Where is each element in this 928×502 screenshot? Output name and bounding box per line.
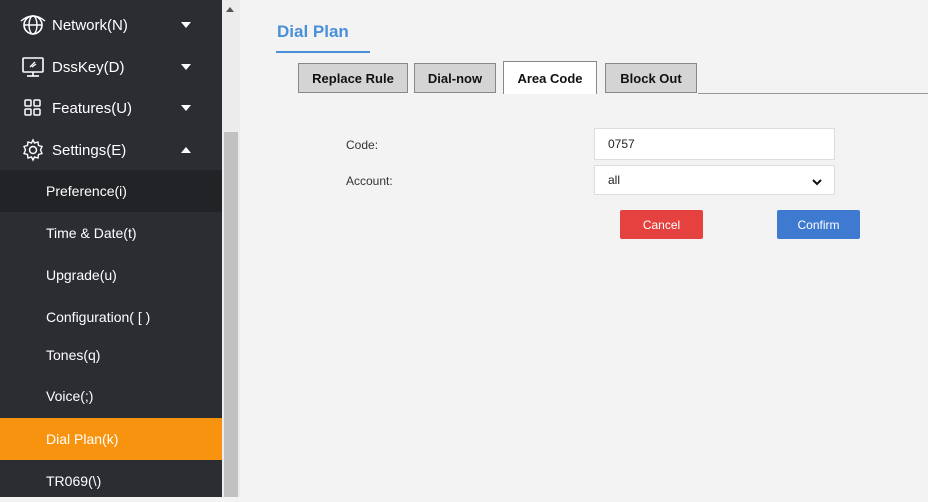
scrollbar-thumb[interactable] — [224, 132, 238, 497]
sidebar-item-tr069[interactable]: TR069(\) — [0, 460, 222, 502]
sidebar-item-network[interactable]: Network(N) — [0, 5, 222, 45]
sidebar-item-voice[interactable]: Voice(;) — [0, 375, 222, 417]
chevron-down-icon — [181, 22, 191, 28]
sidebar-item-time-date[interactable]: Time & Date(t) — [0, 212, 222, 254]
sidebar-item-label: Configuration( [ ) — [46, 309, 151, 325]
confirm-button[interactable]: Confirm — [777, 210, 860, 239]
chevron-down-icon — [181, 105, 191, 111]
sidebar-item-label: TR069(\) — [46, 473, 102, 489]
main-content: Dial Plan Replace Rule Dial-now Area Cod… — [240, 0, 928, 497]
tab-block-out[interactable]: Block Out — [605, 63, 697, 93]
code-input[interactable] — [594, 128, 835, 160]
monitor-icon — [20, 54, 46, 80]
sidebar-item-label: Upgrade(u) — [46, 267, 117, 283]
sidebar: Network(N) DssKey(D) Features(U) Setting… — [0, 0, 222, 497]
sidebar-item-preference[interactable]: Preference(i) — [0, 170, 222, 212]
tab-area-code[interactable]: Area Code — [503, 61, 597, 94]
gear-icon — [20, 137, 46, 163]
sidebar-item-label: Features(U) — [52, 99, 133, 117]
scroll-up-arrow-icon[interactable] — [226, 7, 234, 12]
title-underline — [276, 51, 370, 53]
code-label: Code: — [346, 138, 379, 152]
sidebar-scrollbar[interactable] — [222, 0, 240, 497]
chevron-down-icon — [181, 64, 191, 70]
tab-replace-rule[interactable]: Replace Rule — [298, 63, 408, 93]
chevron-up-icon — [181, 147, 191, 153]
chevron-down-icon — [812, 176, 822, 186]
sidebar-item-label: Tones(q) — [46, 347, 101, 363]
tab-dial-now[interactable]: Dial-now — [414, 63, 496, 93]
sidebar-item-configuration[interactable]: Configuration( [ ) — [0, 296, 222, 338]
sidebar-item-label: Settings(E) — [52, 141, 127, 159]
sidebar-item-label: Time & Date(t) — [46, 225, 137, 241]
sidebar-item-label: Network(N) — [52, 16, 128, 34]
sidebar-item-features[interactable]: Features(U) — [0, 88, 222, 128]
sidebar-item-label: Voice(;) — [46, 388, 94, 404]
page-title: Dial Plan — [277, 22, 349, 41]
grid-icon — [20, 95, 46, 121]
sidebar-item-upgrade[interactable]: Upgrade(u) — [0, 254, 222, 296]
sidebar-item-label: DssKey(D) — [52, 58, 125, 76]
sidebar-item-label: Dial Plan(k) — [46, 431, 119, 447]
sidebar-item-label: Preference(i) — [46, 183, 127, 199]
account-label: Account: — [346, 174, 393, 188]
network-icon — [20, 12, 46, 38]
tab-baseline — [698, 93, 928, 94]
sidebar-item-dsskey[interactable]: DssKey(D) — [0, 47, 222, 87]
sidebar-item-dial-plan[interactable]: Dial Plan(k) — [0, 418, 222, 460]
sidebar-item-settings[interactable]: Settings(E) — [0, 130, 222, 170]
sidebar-item-tones[interactable]: Tones(q) — [0, 334, 222, 376]
account-select[interactable]: all — [594, 165, 835, 195]
cancel-button[interactable]: Cancel — [620, 210, 703, 239]
account-select-value: all — [608, 173, 621, 187]
